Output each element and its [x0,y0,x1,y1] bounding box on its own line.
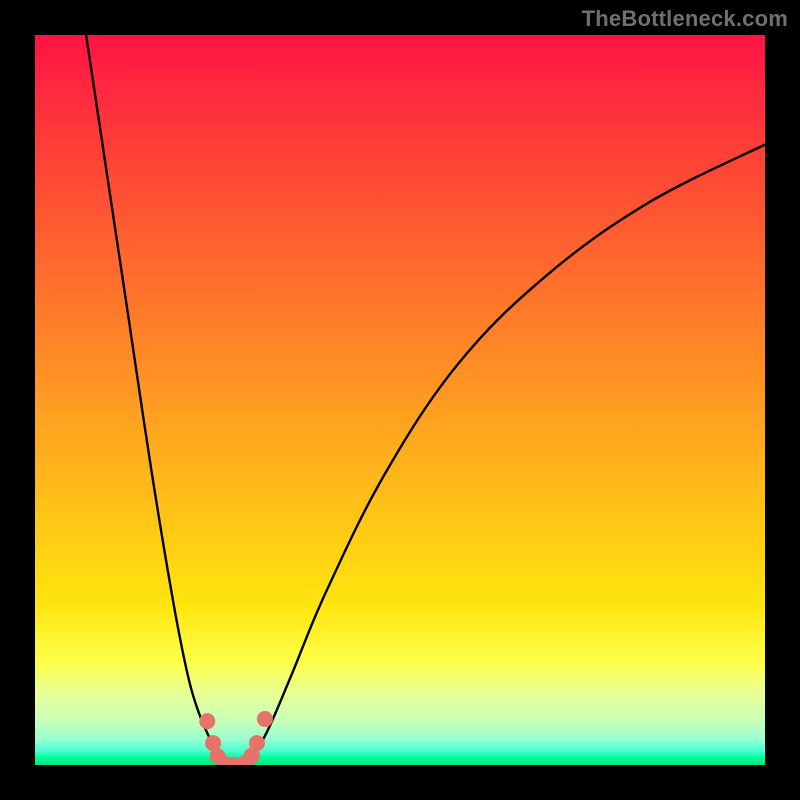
curve-layer [35,35,765,765]
right-branch-curve [239,145,765,766]
marker-point [199,713,215,729]
plot-area [35,35,765,765]
watermark-label: TheBottleneck.com [582,6,788,32]
marker-point [257,711,273,727]
marker-cluster [199,711,273,765]
marker-point [249,735,265,751]
left-branch-curve [86,35,239,765]
chart-container: TheBottleneck.com [0,0,800,800]
